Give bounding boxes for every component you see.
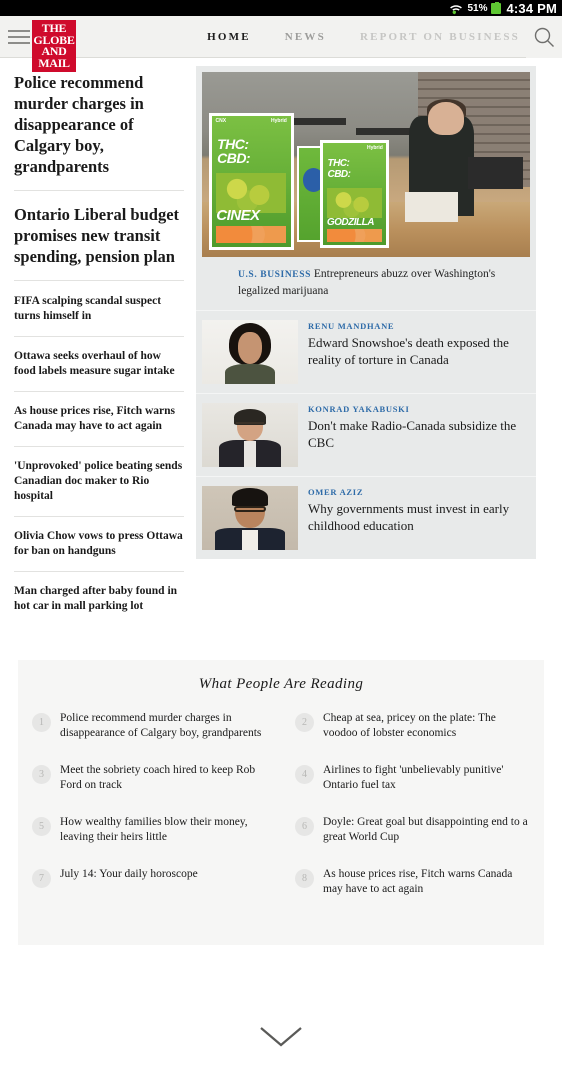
page-content: Police recommend murder charges in disap…: [0, 58, 562, 638]
rank-badge: 3: [32, 765, 51, 784]
nav-item-home[interactable]: HOME: [207, 31, 251, 43]
story-headline: Why governments must invest in early chi…: [308, 501, 510, 533]
popular-headline: Airlines to fight 'unbelievably punitive…: [323, 764, 504, 791]
list-item[interactable]: 7 July 14: Your daily horoscope: [18, 867, 281, 919]
rank-badge: 1: [32, 713, 51, 732]
search-icon[interactable]: [526, 15, 562, 58]
story-byline: KONRAD YAKABUSKI: [308, 404, 410, 414]
story-list-item[interactable]: KONRAD YAKABUSKI Don't make Radio-Canada…: [196, 393, 536, 476]
popular-headline: Police recommend murder charges in disap…: [60, 712, 262, 739]
product-box-cinex: CNX Hybrid THC: CBD: CINEX: [208, 112, 294, 250]
load-more-chevron[interactable]: [0, 1007, 562, 1067]
box-type-label: Hybrid: [366, 145, 383, 152]
story-headline: Edward Snowshoe's death exposed the real…: [308, 335, 509, 367]
headline-link[interactable]: FIFA scalping scandal suspect turns hims…: [14, 294, 184, 337]
popular-headline: Doyle: Great goal but disappointing end …: [323, 816, 528, 843]
hero-block: CNX Hybrid THC: CBD: CINEX Hybrid THC: C…: [196, 66, 536, 310]
headline-link[interactable]: Man charged after baby found in hot car …: [14, 584, 184, 626]
list-item[interactable]: 6 Doyle: Great goal but disappointing en…: [281, 815, 544, 867]
popular-headline: Meet the sobriety coach hired to keep Ro…: [60, 764, 256, 791]
list-item[interactable]: 5 How wealthy families blow their money,…: [18, 815, 281, 867]
list-item[interactable]: 3 Meet the sobriety coach hired to keep …: [18, 763, 281, 815]
story-byline: RENU MANDHANE: [308, 321, 395, 331]
konrad-yakabuski-portrait: [202, 403, 298, 467]
popular-headline: As house prices rise, Fitch warns Canada…: [323, 868, 513, 895]
rank-badge: 5: [32, 817, 51, 836]
headline-link[interactable]: As house prices rise, Fitch warns Canada…: [14, 404, 184, 447]
box-cbd-label: CBD:: [327, 168, 351, 180]
headline-link[interactable]: Ottawa seeks overhaul of how food labels…: [14, 349, 184, 392]
box-thc-label: THC:: [327, 157, 350, 169]
story-headline: Don't make Radio-Canada subsidize the CB…: [308, 418, 517, 450]
list-item[interactable]: 8 As house prices rise, Fitch warns Cana…: [281, 867, 544, 919]
battery-percent: 51%: [467, 2, 488, 14]
wifi-icon: [449, 2, 463, 15]
box-strain-name: CINEX: [216, 207, 260, 225]
product-box-godzilla: Hybrid THC: CBD: GODZILLA: [320, 140, 389, 248]
story-list-item[interactable]: RENU MANDHANE Edward Snowshoe's death ex…: [196, 310, 536, 393]
renu-mandhane-portrait: [202, 320, 298, 384]
left-headline-column: Police recommend murder charges in disap…: [0, 58, 196, 638]
lead-headline[interactable]: Ontario Liberal budget promises new tran…: [14, 204, 184, 281]
right-feature-column: CNX Hybrid THC: CBD: CINEX Hybrid THC: C…: [196, 58, 536, 559]
section-kicker: U.S. BUSINESS: [238, 270, 312, 280]
marijuana-dispensary-photo[interactable]: CNX Hybrid THC: CBD: CINEX Hybrid THC: C…: [202, 72, 530, 257]
headline-link[interactable]: Olivia Chow vows to press Ottawa for ban…: [14, 529, 184, 572]
popular-headline: How wealthy families blow their money, l…: [60, 816, 248, 843]
list-item[interactable]: 2 Cheap at sea, pricey on the plate: The…: [281, 711, 544, 763]
panel-title: What People Are Reading: [198, 676, 364, 692]
battery-icon: [491, 1, 502, 14]
box-strain-name: GODZILLA: [326, 216, 375, 228]
nav-item-news[interactable]: NEWS: [285, 31, 326, 43]
rank-badge: 6: [295, 817, 314, 836]
box-brand-label: CNX: [215, 117, 227, 124]
hero-caption[interactable]: U.S. BUSINESS Entrepreneurs abuzz over W…: [202, 257, 530, 310]
rank-badge: 7: [32, 869, 51, 888]
lead-headline[interactable]: Police recommend murder charges in disap…: [14, 72, 184, 191]
nav-item-report-on-business[interactable]: REPORT ON BUSINESS: [360, 31, 520, 43]
box-cbd-label: CBD:: [217, 149, 251, 166]
rank-badge: 4: [295, 765, 314, 784]
app-header: THE GLOBE AND MAIL HOME NEWS REPORT ON B…: [0, 15, 562, 72]
what-people-are-reading-panel: What People Are Reading 1 Police recomme…: [18, 660, 544, 945]
globe-and-mail-logo[interactable]: THE GLOBE AND MAIL: [32, 20, 76, 72]
box-type-label: Hybrid: [271, 117, 287, 124]
clock: 4:34 PM: [506, 0, 557, 16]
story-byline: OMER AZIZ: [308, 487, 364, 497]
popular-articles-grid: 1 Police recommend murder charges in dis…: [18, 711, 544, 919]
popular-headline: Cheap at sea, pricey on the plate: The v…: [323, 712, 496, 739]
list-item[interactable]: 1 Police recommend murder charges in dis…: [18, 711, 281, 763]
status-bar: 51% 4:34 PM: [0, 0, 562, 16]
list-item[interactable]: 4 Airlines to fight 'unbelievably puniti…: [281, 763, 544, 815]
story-list-item[interactable]: OMER AZIZ Why governments must invest in…: [196, 476, 536, 559]
logo-line-4: MAIL: [38, 55, 70, 70]
chevron-down-icon: [260, 1027, 302, 1047]
omer-aziz-portrait: [202, 486, 298, 550]
rank-badge: 8: [295, 869, 314, 888]
popular-headline: July 14: Your daily horoscope: [60, 868, 198, 880]
main-navigation: HOME NEWS REPORT ON BUSINESS: [173, 16, 524, 58]
headline-link[interactable]: 'Unprovoked' police beating sends Canadi…: [14, 459, 184, 517]
rank-badge: 2: [295, 713, 314, 732]
